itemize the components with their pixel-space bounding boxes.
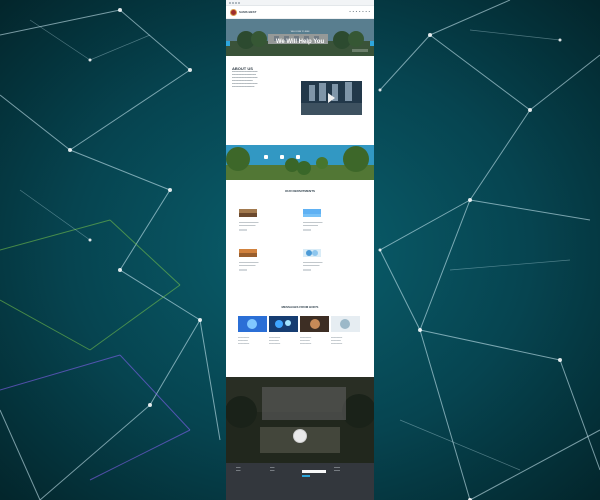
message-text: ▬▬▬▬▬▬▬▬ [238, 338, 250, 339]
footer: ▬▬▬ ▬▬▬ ▬▬▬ ▬▬▬ ▬▬▬▬ ▬▬▬▬ [226, 463, 374, 500]
message-text: ▬▬▬▬▬▬▬▬ [238, 343, 250, 345]
read-more-button[interactable] [239, 269, 247, 271]
message-image [238, 316, 267, 332]
carousel-prev-button[interactable] [226, 41, 230, 46]
read-more-button[interactable] [303, 229, 311, 231]
about-paragraph: ▬▬▬▬▬▬▬▬▬▬▬▬▬▬▬▬ [232, 72, 258, 73]
message-text: ▬▬▬▬▬▬▬▬ [269, 338, 281, 339]
department-card[interactable]: ▬▬▬▬▬▬▬▬▬▬▬▬▬ ▬▬▬▬▬▬▬▬▬▬ [303, 204, 362, 238]
department-text: ▬▬▬▬▬▬▬▬▬▬▬▬▬ [239, 263, 259, 264]
department-image [239, 249, 257, 257]
brand[interactable]: SAMS BEST [230, 8, 257, 16]
banner-image [226, 145, 374, 180]
testimonial-quote [262, 387, 346, 420]
department-text: ▬▬▬▬▬▬▬▬▬▬▬ [239, 226, 256, 227]
facebook-icon[interactable] [229, 1, 231, 4]
footer-contact: ▬▬▬▬ [334, 471, 340, 472]
nav-item[interactable]: ■ [366, 11, 367, 13]
footer-column: ▬▬▬ ▬▬▬ [236, 467, 266, 473]
instagram-icon[interactable] [235, 1, 237, 4]
read-more-button[interactable] [303, 269, 311, 271]
department-image [303, 209, 321, 217]
footer-link[interactable]: ▬▬▬ [236, 471, 266, 473]
footer-search-button[interactable] [302, 475, 310, 477]
nav-item[interactable]: ■ [359, 11, 360, 13]
footer-column: ▬▬▬ ▬▬▬ [270, 467, 300, 473]
message-image [300, 316, 329, 332]
department-text: ▬▬▬▬▬▬▬▬▬▬▬▬▬ [303, 223, 323, 224]
read-more-button[interactable] [239, 229, 247, 231]
message-image [269, 316, 298, 332]
department-text: ▬▬▬▬▬▬▬▬▬▬ [303, 226, 318, 227]
message-text: ▬▬▬▬▬▬▬ [269, 340, 279, 342]
message-text: ▬▬▬▬▬▬▬ [238, 340, 248, 342]
about-paragraph: ▬▬▬▬▬▬▬▬▬▬▬▬▬▬ [232, 87, 255, 89]
hero-section: WELCOME TO SBM We Will Help You [226, 19, 374, 56]
message-image [331, 316, 360, 332]
message-card[interactable]: ▬▬▬▬▬▬▬▬ ▬▬▬▬▬▬▬ ▬▬▬▬▬▬▬▬ [300, 316, 329, 371]
about-paragraph: ▬▬▬▬▬▬▬▬▬▬▬▬▬▬▬ [232, 75, 256, 77]
department-card[interactable]: ▬▬▬▬▬▬▬▬▬▬▬▬▬ ▬▬▬▬▬▬▬▬▬▬▬ [239, 204, 298, 238]
message-text: ▬▬▬▬▬▬▬▬ [300, 338, 312, 339]
hero-subtitle: WELCOME TO SBM [290, 31, 310, 33]
department-image [303, 249, 321, 257]
about-paragraph: ▬▬▬▬▬▬▬▬▬▬▬▬▬▬▬▬ [232, 78, 258, 80]
message-card[interactable]: ▬▬▬▬▬▬▬▬ ▬▬▬▬▬▬▬ ▬▬▬▬▬▬▬▬ [238, 316, 267, 371]
footer-search-input[interactable] [302, 470, 326, 473]
carousel-next-button[interactable] [370, 41, 374, 46]
message-text: ▬▬▬▬▬▬▬▬ [269, 343, 281, 345]
message-card[interactable]: ▬▬▬▬▬▬▬▬ ▬▬▬▬▬▬▬ ▬▬▬▬▬▬▬▬ [331, 316, 360, 371]
main-navigation: ■ ■ ■ ■ ■ ■ ■ [349, 11, 370, 13]
nav-item[interactable]: ■ [356, 11, 357, 13]
department-card[interactable]: ▬▬▬▬▬▬▬▬▬▬▬▬▬ ▬▬▬▬▬▬▬▬▬▬▬ [239, 244, 298, 278]
message-text: ▬▬▬▬▬▬▬ [331, 340, 341, 342]
nature-banner [226, 145, 374, 180]
testimonial-section [226, 377, 374, 463]
brand-name: SAMS BEST [239, 10, 257, 14]
award-icon [296, 155, 300, 159]
footer-column [302, 467, 332, 477]
footer-column: ▬▬▬▬ ▬▬▬▬ [334, 467, 364, 473]
department-text: ▬▬▬▬▬▬▬▬▬▬▬ [303, 266, 320, 267]
hero-title: We Will Help You [275, 39, 325, 45]
footer-link[interactable]: ▬▬▬ [236, 468, 266, 470]
nav-item[interactable]: ■ [349, 11, 350, 13]
message-text: ▬▬▬▬▬▬▬▬ [331, 338, 343, 339]
navbar: SAMS BEST ■ ■ ■ ■ ■ ■ ■ [226, 6, 374, 19]
department-text: ▬▬▬▬▬▬▬▬▬▬▬▬▬ [239, 223, 259, 224]
department-card[interactable]: ▬▬▬▬▬▬▬▬▬▬▬▬▬ ▬▬▬▬▬▬▬▬▬▬▬ [303, 244, 362, 278]
website-page: SAMS BEST ■ ■ ■ ■ ■ ■ ■ WELCOME TO SBM W… [226, 0, 374, 500]
footer-link[interactable]: ▬▬▬ [270, 471, 300, 473]
twitter-icon[interactable] [232, 1, 234, 4]
message-text: ▬▬▬▬▬▬▬▬ [300, 343, 312, 345]
linkedin-icon[interactable] [238, 1, 240, 4]
hero-button[interactable] [352, 49, 368, 52]
banner-icons [264, 155, 300, 159]
social-links [229, 1, 240, 4]
department-text: ▬▬▬▬▬▬▬▬▬▬▬▬▬ [303, 263, 323, 264]
message-text: ▬▬▬▬▬▬▬ [300, 340, 310, 342]
about-title: ABOUT US [232, 66, 253, 71]
people-icon [264, 155, 268, 159]
department-text: ▬▬▬▬▬▬▬▬▬▬▬ [239, 266, 256, 267]
avatar [293, 429, 307, 443]
departments-title: OUR DEPARTMENTS [284, 189, 316, 193]
message-card[interactable]: ▬▬▬▬▬▬▬▬ ▬▬▬▬▬▬▬ ▬▬▬▬▬▬▬▬ [269, 316, 298, 371]
about-video[interactable] [301, 81, 362, 115]
logo-icon [230, 8, 237, 16]
play-icon[interactable] [328, 93, 335, 103]
nav-item[interactable]: ■ [369, 11, 370, 13]
nav-item[interactable]: ■ [362, 11, 363, 13]
footer-link[interactable]: ▬▬▬ [270, 468, 300, 470]
department-image [239, 209, 257, 217]
message-text: ▬▬▬▬▬▬▬▬ [331, 343, 343, 345]
footer-contact: ▬▬▬▬ [334, 468, 340, 469]
graduation-icon [280, 155, 284, 159]
about-text: ABOUT US ▬▬▬▬▬▬▬▬▬▬▬▬▬▬▬▬ ▬▬▬▬▬▬▬▬▬▬▬▬▬▬… [232, 66, 294, 90]
messages-title: MESSAGES FROM HOD'S [281, 305, 319, 309]
nav-item[interactable]: ■ [353, 11, 354, 13]
